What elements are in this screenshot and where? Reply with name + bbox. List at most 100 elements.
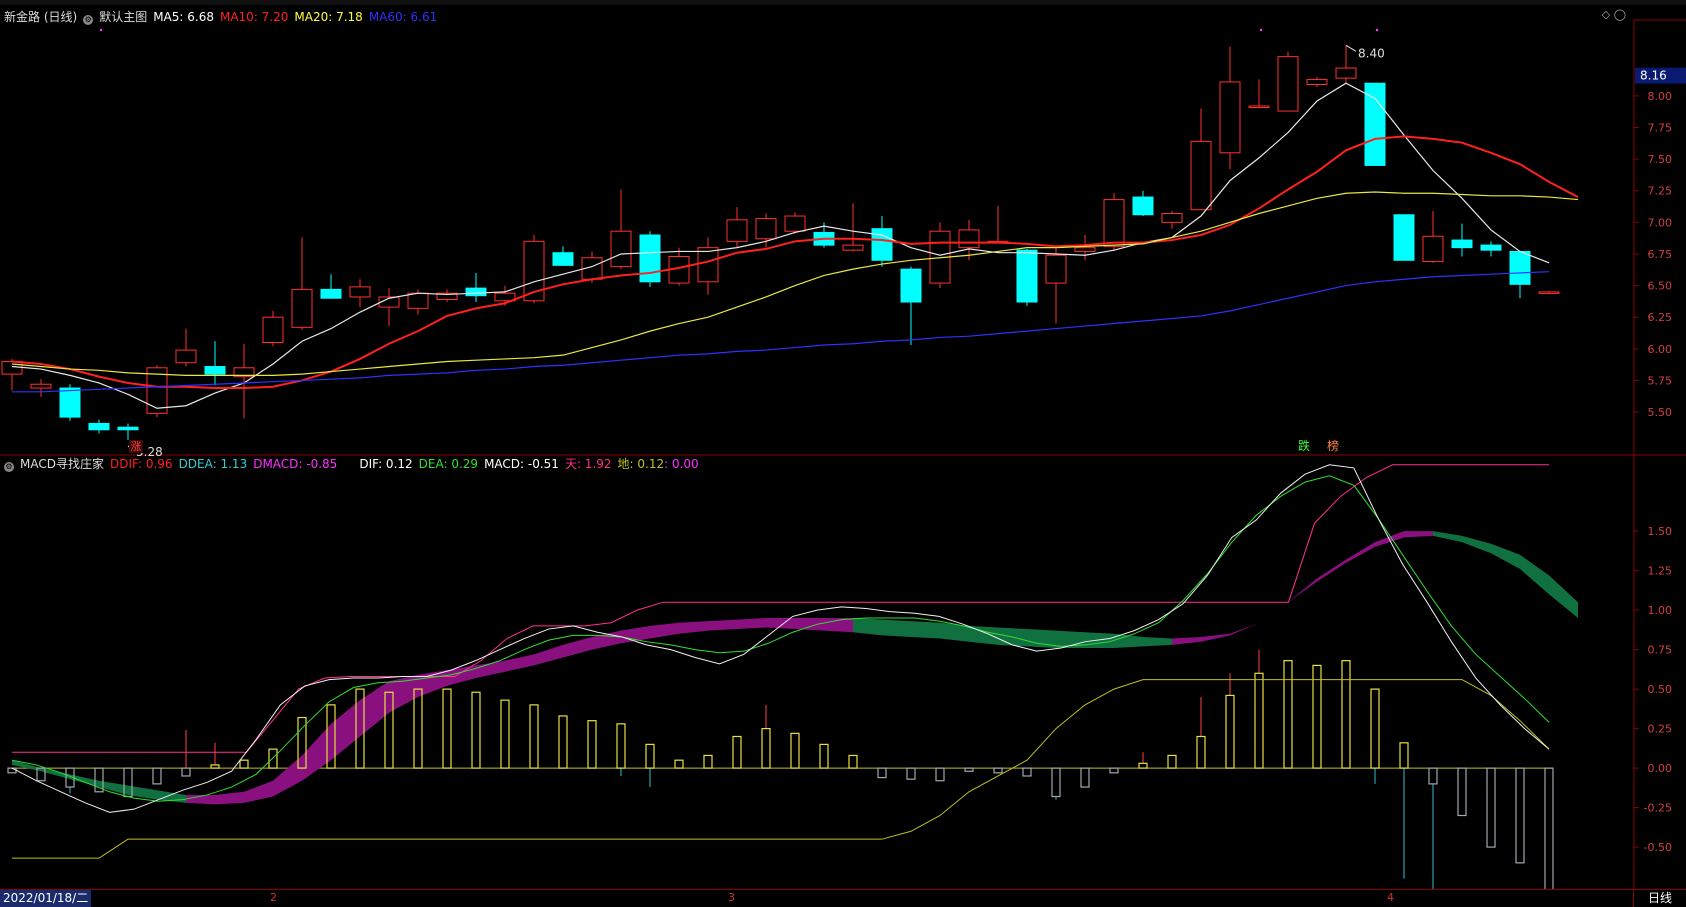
macd-bar-positive xyxy=(268,748,278,769)
bang-marker: 榜 xyxy=(1327,438,1339,453)
macd-bar-negative xyxy=(1051,767,1061,798)
price-tick-label-7: 6.25 xyxy=(1648,311,1673,324)
price-tick-label-4: 7.00 xyxy=(1648,216,1673,229)
zero-label: : 0.00 xyxy=(664,457,699,471)
trend-band-segment xyxy=(1317,559,1346,582)
macd-bar-negative xyxy=(1428,767,1438,785)
trend-band-segment xyxy=(650,622,679,639)
candle-body xyxy=(1538,291,1560,294)
macd-bar-positive xyxy=(1283,660,1293,769)
candle-body xyxy=(1132,196,1154,216)
candle-body xyxy=(1335,67,1357,79)
candle-body xyxy=(697,247,719,283)
macd-bar-positive xyxy=(616,723,626,769)
candle-body xyxy=(726,219,748,242)
macd-bar-negative xyxy=(877,767,887,779)
current-price-label: 8.16 xyxy=(1640,69,1667,83)
candle-body xyxy=(610,230,632,268)
candle-body xyxy=(1190,140,1212,211)
macd-bar-negative xyxy=(964,767,974,772)
macd-bar-positive xyxy=(442,688,452,769)
macd-bar-negative xyxy=(1080,767,1090,788)
price-tick-label-10: 5.50 xyxy=(1648,406,1673,419)
candle-body xyxy=(755,218,777,240)
macd-bar-negative xyxy=(1486,767,1496,848)
main-chart-name[interactable]: 默认主图 xyxy=(99,10,147,24)
trend-band-segment xyxy=(940,622,969,642)
candle-body xyxy=(1277,56,1299,112)
trend-band-segment xyxy=(1201,633,1230,642)
candle-body xyxy=(407,292,429,309)
macd-bar-positive xyxy=(210,764,220,769)
trend-band-segment xyxy=(853,617,882,636)
settings-icon[interactable]: ⚙ xyxy=(83,15,94,25)
price-tick-label-1: 7.75 xyxy=(1648,122,1673,135)
diamond-icon[interactable]: ◇ xyxy=(1602,8,1610,21)
tian-label: 天: 1.92 xyxy=(564,457,612,471)
candle-body xyxy=(1,360,23,375)
trend-band-segment xyxy=(1230,622,1259,636)
macd-tick-label-1: 1.25 xyxy=(1648,565,1673,578)
candle-body xyxy=(117,426,139,431)
macd-bar-positive xyxy=(761,727,771,769)
macd-bar-positive xyxy=(1312,664,1322,769)
macd-tick-label-5: 0.25 xyxy=(1648,723,1673,736)
di-line xyxy=(12,679,1550,859)
month-mark-mar: 3 xyxy=(728,891,735,904)
macd-tick-label-2: 1.00 xyxy=(1648,604,1673,617)
macd-bar-positive xyxy=(529,704,539,769)
chart-canvas[interactable]: 8.00 7.75 7.50 7.25 7.00 6.75 6.50 6.25 6.00 5.75… xyxy=(0,0,1686,889)
trend-band-segment xyxy=(1491,543,1520,570)
macd-bar-positive xyxy=(239,759,249,769)
high-annotation: 8.40 xyxy=(1358,46,1385,60)
circle-icon[interactable]: ◯ xyxy=(1614,8,1626,21)
zhang-marker: 涨 xyxy=(131,440,142,453)
macd-bar-negative xyxy=(1457,767,1467,817)
trend-band-segment xyxy=(447,665,476,686)
price-tick-label-9: 5.75 xyxy=(1648,374,1673,387)
trend-band-segment xyxy=(1520,554,1549,595)
chart-corner-icons: ◇ ◯ xyxy=(1602,8,1626,21)
candle-body xyxy=(1509,250,1531,285)
candle-body xyxy=(1306,78,1328,86)
trend-band-segment xyxy=(1143,636,1172,647)
macd-indicator-name[interactable]: MACD寻找庄家 xyxy=(20,457,104,471)
macd-bar-positive xyxy=(645,743,655,769)
trend-band-segment xyxy=(911,621,940,639)
macd-bar-negative xyxy=(1109,767,1119,774)
candle-body xyxy=(59,387,81,418)
macd-bar-negative xyxy=(7,767,17,774)
ma-line-ma10 xyxy=(11,135,1579,390)
month-mark-apr: 4 xyxy=(1387,891,1394,904)
indicator-settings-icon[interactable]: ⚙ xyxy=(4,462,14,472)
macd-bar-positive xyxy=(587,720,597,769)
candle-body xyxy=(958,229,980,249)
macd-bar-negative xyxy=(1022,767,1032,777)
candle-body xyxy=(1248,105,1270,108)
macd-bar-positive xyxy=(471,691,481,769)
candle-body xyxy=(1393,214,1415,261)
macd-tick-label-4: 0.50 xyxy=(1648,683,1673,696)
trend-band-segment xyxy=(505,654,534,672)
candle-body xyxy=(1451,239,1473,249)
trend-band-segment xyxy=(708,619,737,631)
macd-bar-positive xyxy=(1341,660,1351,769)
trend-band-segment xyxy=(621,625,650,644)
candle-body xyxy=(842,244,864,251)
period-label[interactable]: 日线 xyxy=(1633,890,1686,907)
ma10-label: MA10: 7.20 xyxy=(219,10,289,24)
macd-tick-label-8: -0.50 xyxy=(1644,841,1672,854)
macd-bar-negative xyxy=(1544,767,1554,889)
ddea-label: DDEA: 1.13 xyxy=(178,457,248,471)
candle-body xyxy=(1016,249,1038,303)
macd-bar-positive xyxy=(790,732,800,769)
macd-bar-positive xyxy=(1167,754,1177,769)
candle-body xyxy=(465,287,487,297)
ma60-label: MA60: 6.61 xyxy=(368,10,438,24)
signal-dot-0 xyxy=(99,28,103,32)
candle-body xyxy=(1161,213,1183,223)
macd-bar-negative xyxy=(906,767,916,780)
trend-band-segment xyxy=(1172,636,1201,645)
trend-band-segment xyxy=(244,780,273,803)
price-tick-label-0: 8.00 xyxy=(1648,90,1673,103)
